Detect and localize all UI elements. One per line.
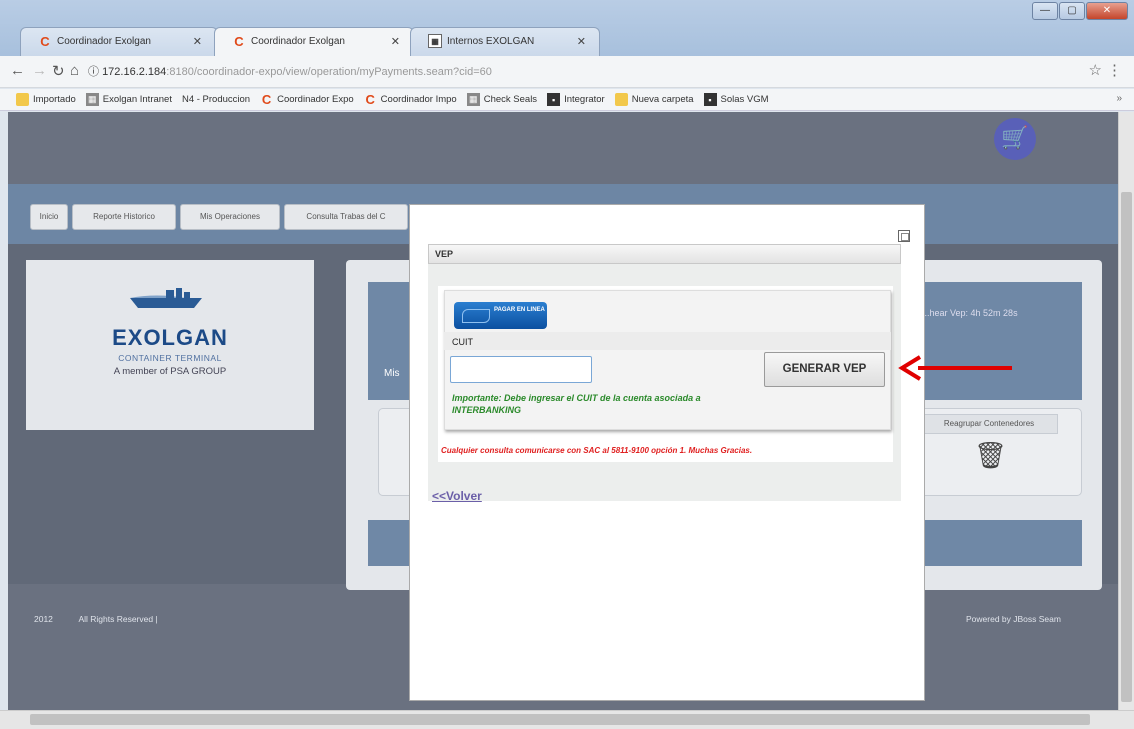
consulta-note: Cualquier consulta comunicarse con SAC a… bbox=[441, 446, 753, 455]
bookmark-label: Nueva carpeta bbox=[631, 94, 694, 105]
grid-icon: ▦ bbox=[466, 93, 480, 106]
nav-reporte-historico[interactable]: Reporte Historico bbox=[72, 204, 176, 230]
vertical-scroll-thumb[interactable] bbox=[1121, 192, 1132, 702]
logo-subtitle: CONTAINER TERMINAL bbox=[118, 353, 222, 363]
cuit-input[interactable] bbox=[450, 356, 592, 383]
minimize-icon[interactable]: — bbox=[1032, 2, 1058, 20]
tab-1[interactable]: Ϲ Coordinador Exolgan ✕ bbox=[28, 27, 214, 55]
bookmark-label: Solas VGM bbox=[720, 94, 769, 105]
more-bookmarks-icon[interactable]: » bbox=[1116, 93, 1122, 104]
info-icon: ⓘ bbox=[88, 66, 103, 78]
tab-3[interactable]: ▦ Internos EXOLGAN ✕ bbox=[418, 27, 598, 55]
reagrupar-button[interactable]: Reagrupar Contenedores bbox=[920, 414, 1058, 434]
browser-titlebar: Ϲ Coordinador Exolgan ✕ Ϲ Coordinador Ex… bbox=[0, 0, 1134, 60]
bookmark-check-seals[interactable]: ▦ Check Seals bbox=[466, 93, 538, 106]
modal-close-icon[interactable] bbox=[898, 230, 910, 242]
coordinador-icon: Ϲ bbox=[40, 33, 50, 49]
url-host: 172.16.2.184 bbox=[102, 66, 167, 78]
dark-icon: ▪ bbox=[547, 93, 561, 106]
window-controls: — ▢ ✕ bbox=[1032, 2, 1128, 20]
bookmarks-bar: Importado ▦ Exolgan Intranet N4 - Producc… bbox=[0, 89, 1134, 214]
cart-icon[interactable]: 🛒 bbox=[994, 118, 1036, 160]
volver-link[interactable]: <<Volver bbox=[432, 489, 482, 503]
close-window-icon[interactable]: ✕ bbox=[1086, 2, 1128, 20]
bookmark-exolgan-intranet[interactable]: ▦ Exolgan Intranet bbox=[85, 93, 172, 106]
tab-title: Internos EXOLGAN bbox=[447, 35, 535, 47]
pagar-en-linea-logo: PAGAR EN LINEA bbox=[454, 302, 547, 329]
vep-header: VEP bbox=[428, 244, 901, 264]
bookmark-label: Exolgan Intranet bbox=[102, 94, 172, 105]
internos-icon: ▦ bbox=[428, 34, 442, 48]
page-header bbox=[8, 112, 1118, 184]
bookmark-label: N4 - Produccion bbox=[181, 94, 251, 105]
red-arrow-icon bbox=[898, 355, 1012, 381]
folder-icon bbox=[16, 93, 29, 106]
cuit-row-bg bbox=[444, 332, 891, 350]
tab-close-icon[interactable]: ✕ bbox=[391, 35, 400, 48]
bookmark-integrator[interactable]: ▪ Integrator bbox=[547, 93, 605, 106]
bookmark-label: Importado bbox=[33, 94, 76, 105]
maximize-icon[interactable]: ▢ bbox=[1059, 2, 1085, 20]
url-path: :8180/coordinador-expo/view/operation/my… bbox=[166, 66, 492, 78]
timer-text: ...hear Vep: 4h 52m 28s bbox=[922, 308, 1018, 318]
generar-vep-button[interactable]: GENERAR VEP bbox=[764, 352, 885, 387]
tab-close-icon[interactable]: ✕ bbox=[577, 35, 586, 48]
bookmark-coordinador-impo[interactable]: Ϲ Coordinador Impo bbox=[364, 92, 457, 107]
bookmark-label: Integrator bbox=[564, 94, 605, 105]
bookmark-label: Coordinador Expo bbox=[277, 94, 354, 105]
back-icon[interactable]: ← bbox=[10, 62, 25, 79]
bookmark-solas-vgm[interactable]: ▪ Solas VGM bbox=[703, 93, 769, 106]
importante-note: Importante: Debe ingresar el CUIT de la … bbox=[452, 393, 701, 415]
nav-consulta-trabas[interactable]: Consulta Trabas del C bbox=[284, 204, 408, 230]
bookmark-coordinador-expo[interactable]: Ϲ Coordinador Expo bbox=[260, 92, 354, 107]
mis-label: Mis bbox=[384, 368, 400, 379]
coordinador-icon: Ϲ bbox=[234, 33, 244, 49]
address-bar: ← → ↻ ⌂ ⓘ 172.16.2.184:8180/coordinador-… bbox=[0, 56, 1134, 88]
horizontal-scrollbar[interactable] bbox=[0, 710, 1134, 729]
folder-icon bbox=[614, 93, 628, 106]
footer-year: 2012 bbox=[34, 614, 53, 624]
grid-icon: ▦ bbox=[85, 93, 99, 106]
dark-icon: ▪ bbox=[703, 93, 717, 106]
menu-icon[interactable]: ⋮ bbox=[1107, 61, 1122, 79]
ship-logo-icon bbox=[130, 288, 202, 308]
tab-close-icon[interactable]: ✕ bbox=[193, 35, 202, 48]
logo-panel: EXOLGAN CONTAINER TERMINAL A member of P… bbox=[26, 260, 314, 430]
bookmark-label: Check Seals bbox=[483, 94, 538, 105]
bookmark-n4-produccion[interactable]: N4 - Produccion bbox=[8, 94, 251, 214]
footer-left: 2012 All Rights Reserved | bbox=[34, 614, 158, 624]
logo-title: EXOLGAN bbox=[112, 325, 228, 350]
bookmark-label: Coordinador Impo bbox=[380, 94, 457, 105]
c-icon: Ϲ bbox=[365, 92, 375, 107]
bookmark-importado[interactable]: Importado bbox=[16, 93, 76, 106]
nav-inicio[interactable]: Inicio bbox=[30, 204, 68, 230]
cuit-label: CUIT bbox=[452, 337, 473, 347]
home-icon[interactable]: ⌂ bbox=[70, 62, 79, 79]
bookmark-star-icon[interactable]: ☆ bbox=[1089, 61, 1102, 79]
reload-icon[interactable]: ↻ bbox=[52, 62, 65, 80]
trash-icon[interactable]: 🗑 bbox=[974, 440, 1007, 471]
url-field[interactable]: ⓘ 172.16.2.184:8180/coordinador-expo/vie… bbox=[88, 62, 492, 82]
bookmark-nueva-carpeta[interactable]: Nueva carpeta bbox=[614, 93, 694, 106]
footer-rights: All Rights Reserved | bbox=[78, 614, 158, 624]
c-icon: Ϲ bbox=[261, 92, 272, 107]
nav-mis-operaciones[interactable]: Mis Operaciones bbox=[180, 204, 280, 230]
tab-title: Coordinador Exolgan bbox=[251, 35, 345, 47]
tab-2[interactable]: Ϲ Coordinador Exolgan ✕ bbox=[222, 27, 412, 55]
horizontal-scroll-thumb[interactable] bbox=[30, 714, 1090, 725]
forward-icon[interactable]: → bbox=[32, 62, 47, 79]
footer-powered: Powered by JBoss Seam bbox=[966, 614, 1061, 624]
tab-title: Coordinador Exolgan bbox=[57, 35, 151, 47]
logo-tagline: A member of PSA GROUP bbox=[113, 366, 227, 377]
vertical-scrollbar[interactable] bbox=[1118, 112, 1134, 710]
